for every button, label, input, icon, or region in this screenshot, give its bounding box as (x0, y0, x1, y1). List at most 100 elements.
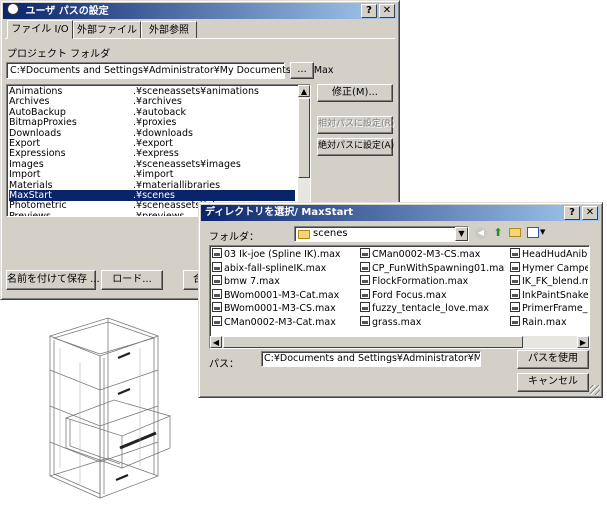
load-button[interactable]: ロード... (101, 270, 163, 290)
file-item[interactable]: BWom0001-M3-Cat.max (212, 288, 357, 302)
chevron-down-icon[interactable]: ▼ (455, 227, 468, 241)
view-menu-icon[interactable] (527, 227, 539, 238)
folder-label: フォルダ： (209, 232, 259, 243)
select-directory-titlebar[interactable]: ディレクトリを選択/ MaxStart ? ✕ (201, 205, 600, 221)
file-item[interactable]: bmw 7.max (212, 275, 357, 288)
scroll-right-icon[interactable]: ▶ (577, 336, 589, 348)
path-row[interactable]: Materials .¥materiallibraries (9, 180, 295, 191)
project-folder-label: プロジェクト フォルダ (7, 49, 111, 60)
select-directory-dialog: ディレクトリを選択/ MaxStart ? ✕ フォルダ： scenes ▼ ◀… (198, 202, 603, 398)
path-row-name: Import (9, 169, 41, 181)
max-file-icon (510, 261, 520, 272)
folder-value: scenes (313, 228, 348, 239)
tab-external-files[interactable]: 外部ファイル (73, 21, 141, 39)
file-item[interactable]: IK_FK_blend.ma (510, 275, 588, 288)
paths-list-scrollbar[interactable]: ▲ (298, 85, 310, 216)
view-menu-chevron-icon[interactable]: ▼ (540, 228, 545, 236)
file-item-name: CMan0002-M3-CS.max (372, 249, 481, 260)
close-button[interactable]: ✕ (379, 4, 395, 18)
path-row-value: .¥export (133, 138, 173, 149)
use-path-button[interactable]: パスを使用 (517, 350, 589, 369)
project-folder-value: C:¥Documents and Settings¥Administrator¥… (10, 65, 334, 76)
path-field[interactable]: C:¥Documents and Settings¥Administrator¥… (261, 351, 481, 367)
paths-list[interactable]: Animations .¥sceneassets¥animations Archiv… (6, 84, 311, 217)
max-file-icon (212, 302, 222, 312)
make-absolute-button[interactable]: 絶対パスに設定(A) (317, 138, 394, 156)
project-folder-field[interactable]: C:¥Documents and Settings¥Administrator¥… (6, 62, 333, 79)
file-item[interactable]: HeadHudAnibl (510, 248, 588, 261)
path-row[interactable]: Downloads .¥downloads (9, 128, 295, 139)
path-row-name: Previews (9, 210, 51, 217)
path-row[interactable]: BitmapProxies .¥proxies (9, 117, 295, 128)
hscroll-thumb[interactable] (223, 336, 523, 348)
file-item[interactable]: abix-fall-splineIK.max (212, 261, 357, 275)
file-item-name: IK_FK_blend.ma (522, 276, 588, 287)
path-row-value: .¥scenes (133, 190, 175, 201)
file-item-name: 03 Ik-joe (Spline IK).max (224, 249, 341, 260)
scroll-left-icon[interactable]: ◀ (210, 336, 222, 348)
path-row-name: Expressions (9, 148, 66, 160)
path-row-name: Images (9, 158, 44, 170)
help-button[interactable]: ? (564, 206, 580, 220)
path-row-name: Archives (9, 96, 50, 108)
file-item[interactable]: Rain.max (510, 315, 588, 329)
file-item[interactable]: CP_FunWithSpawning01.max (360, 261, 505, 275)
path-row[interactable]: MaxStart .¥scenes (9, 190, 295, 201)
file-item[interactable]: CMan0002-M3-Cat.max (212, 315, 357, 329)
max-file-icon (510, 275, 520, 285)
path-row[interactable]: Expressions .¥express (9, 148, 295, 159)
path-row-value: .¥proxies (133, 117, 177, 129)
path-label: パス： (209, 359, 239, 370)
path-row[interactable]: AutoBackup .¥autoback (9, 107, 295, 118)
path-row-value: .¥sceneassets¥animations (133, 86, 259, 97)
file-item[interactable]: PrimerFrame_E (510, 302, 588, 315)
file-item[interactable]: Ford Focus.max (360, 288, 505, 302)
file-item-name: Ford Focus.max (372, 289, 447, 301)
max-file-icon (360, 261, 370, 272)
tab-xrefs[interactable]: 外部参照 (141, 21, 197, 39)
max-file-icon (360, 275, 370, 285)
path-row-value: .¥archives (133, 96, 182, 108)
file-item-name: BWom0001-M3-CS.max (224, 303, 336, 314)
close-button[interactable]: ✕ (582, 206, 598, 220)
file-list[interactable]: 03 Ik-joe (Spline IK).max abix-fall-splin… (209, 245, 590, 349)
browse-project-button[interactable]: ... (290, 62, 314, 79)
save-as-button[interactable]: 名前を付けて保存 ... (6, 270, 100, 290)
file-item[interactable]: grass.max (360, 315, 505, 329)
scroll-up-icon[interactable]: ▲ (298, 85, 310, 97)
max-file-icon (360, 315, 370, 326)
file-item[interactable]: fuzzy_tentacle_love.max (360, 302, 505, 315)
path-row-name: Animations (9, 86, 63, 97)
file-item[interactable]: Hymer Camper (510, 261, 588, 275)
scroll-thumb[interactable] (298, 98, 310, 178)
file-item-name: PrimerFrame_E (522, 303, 588, 314)
path-row[interactable]: Export .¥export (9, 138, 295, 149)
path-row[interactable]: Import .¥import (9, 169, 295, 180)
max-file-icon (360, 248, 370, 258)
cancel-button[interactable]: キャンセル (517, 373, 589, 392)
back-icon[interactable]: ◀ (475, 227, 487, 239)
max-file-icon (360, 288, 370, 299)
new-folder-icon[interactable] (509, 228, 521, 237)
folder-combobox[interactable]: scenes ▼ (294, 226, 469, 242)
help-button[interactable]: ? (361, 4, 377, 18)
user-paths-titlebar[interactable]: ユーザ パスの設定 ? ✕ (3, 3, 397, 19)
path-row-name: Export (9, 138, 41, 149)
file-item[interactable]: 03 Ik-joe (Spline IK).max (212, 248, 357, 261)
up-folder-icon[interactable]: ⬆ (492, 226, 504, 239)
file-item[interactable]: InkPaintSnake. (510, 288, 588, 302)
path-row[interactable]: Images .¥sceneassets¥images (9, 159, 295, 170)
file-item-name: FlockFormation.max (372, 276, 469, 287)
file-list-hscrollbar[interactable]: ◀ ▶ (210, 336, 589, 348)
path-row[interactable]: Archives .¥archives (9, 96, 295, 107)
max-file-icon (212, 261, 222, 272)
make-relative-button[interactable]: 相対パスに設定(R) (317, 116, 394, 134)
file-item[interactable]: CMan0002-M3-CS.max (360, 248, 505, 261)
file-item[interactable]: BWom0001-M3-CS.max (212, 302, 357, 315)
modify-button[interactable]: 修正(M)... (317, 84, 393, 102)
path-row[interactable]: Animations .¥sceneassets¥animations (9, 86, 295, 97)
app-icon (7, 3, 19, 15)
resize-grip-icon[interactable] (590, 385, 600, 395)
tab-file-io[interactable]: ファイル I/O (7, 20, 73, 39)
file-item[interactable]: FlockFormation.max (360, 275, 505, 288)
